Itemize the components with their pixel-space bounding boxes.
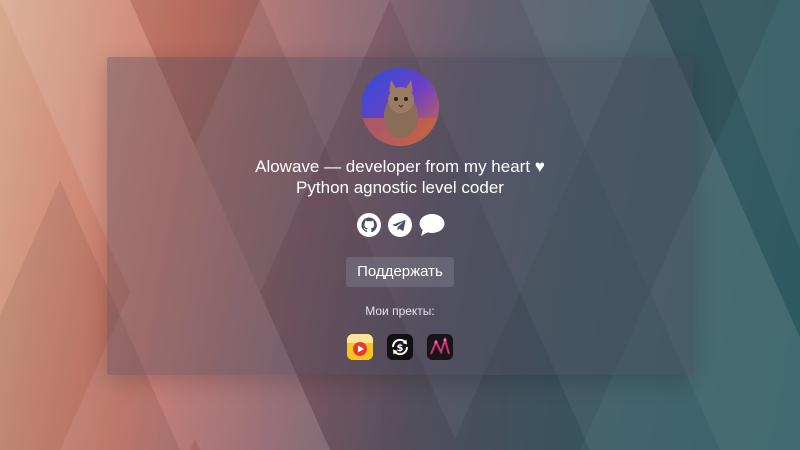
profile-name: Alowave — developer from my heart ♥	[255, 157, 545, 176]
cat-avatar-image	[361, 68, 439, 146]
profile-subtitle: Python agnostic level coder	[296, 178, 504, 197]
telegram-icon[interactable]	[387, 212, 413, 238]
chat-bubble-icon[interactable]	[418, 212, 445, 238]
dark-pink-app-icon[interactable]	[427, 334, 453, 360]
yellow-play-app-icon[interactable]	[347, 334, 373, 360]
projects-list: $	[0, 334, 800, 360]
dollar-refresh-app-icon[interactable]: $	[387, 334, 413, 360]
avatar	[361, 68, 439, 146]
social-links	[0, 212, 800, 238]
github-icon[interactable]	[356, 212, 382, 238]
projects-label: Мои пректы:	[365, 304, 435, 318]
support-button[interactable]: Поддержать	[346, 257, 454, 287]
svg-text:$: $	[397, 343, 404, 354]
